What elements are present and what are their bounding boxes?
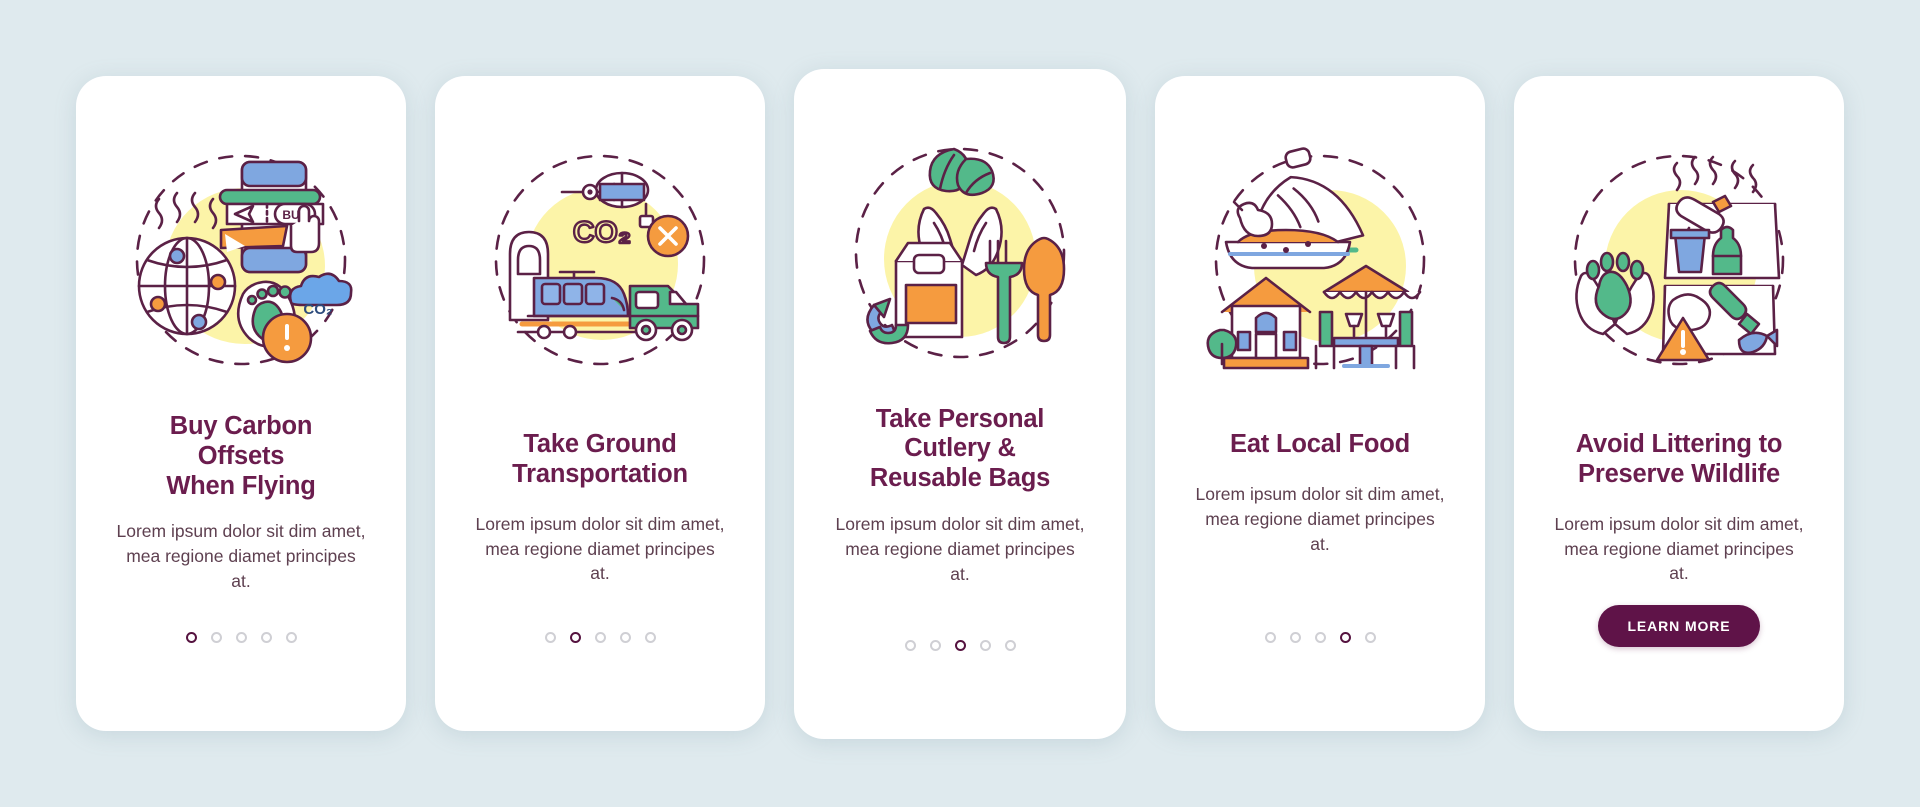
- onboarding-card-buy-carbon-offsets: BUY CO₂ Buy Carbon Offsets When Flying L…: [76, 76, 406, 731]
- pagination-dot-1[interactable]: [544, 632, 556, 643]
- onboarding-card-eat-local-food: Eat Local Food Lorem ipsum dolor sit dim…: [1155, 76, 1485, 731]
- card-description: Lorem ipsum dolor sit dim amet, mea regi…: [475, 513, 725, 584]
- card-title: Buy Carbon Offsets When Flying: [166, 412, 316, 500]
- onboarding-card-take-personal-cutlery: Take Personal Cutlery & Reusable Bags Lo…: [794, 68, 1126, 739]
- pagination-dot-4[interactable]: [979, 639, 991, 651]
- card-description: Lorem ipsum dolor sit dim amet, mea regi…: [1554, 513, 1804, 584]
- pagination-dot-3[interactable]: [235, 632, 247, 643]
- pagination-dot-3[interactable]: [594, 632, 606, 643]
- card-description: Lorem ipsum dolor sit dim amet, mea regi…: [1195, 483, 1445, 554]
- pagination-dot-2[interactable]: [1289, 632, 1301, 643]
- pagination-dot-5[interactable]: [1004, 639, 1016, 651]
- pagination-dot-2[interactable]: [210, 632, 222, 643]
- onboarding-card-avoid-littering: Avoid Littering to Preserve Wildlife Lor…: [1514, 76, 1844, 731]
- card-title: Take Personal Cutlery & Reusable Bags: [869, 404, 1051, 493]
- pagination-dot-1[interactable]: [904, 639, 916, 651]
- globe-flight-ticket-carbon-footprint-icon: BUY CO₂: [115, 134, 367, 386]
- pagination-dot-4[interactable]: [619, 632, 631, 643]
- pagination-dot-3[interactable]: [954, 639, 966, 651]
- pagination-dots[interactable]: [185, 632, 297, 643]
- pagination-dot-2[interactable]: [929, 639, 941, 651]
- card-title: Take Ground Transportation: [512, 430, 688, 488]
- svg-text:CO₂: CO₂: [303, 301, 332, 318]
- pagination-dots[interactable]: [544, 632, 656, 643]
- pagination-dot-2[interactable]: [569, 632, 581, 643]
- card-description: Lorem ipsum dolor sit dim amet, mea regi…: [116, 521, 366, 592]
- pagination-dot-4[interactable]: [1339, 632, 1351, 643]
- pagination-dot-5[interactable]: [285, 632, 297, 643]
- pagination-dot-3[interactable]: [1314, 632, 1326, 643]
- pagination-dots[interactable]: [904, 639, 1016, 651]
- tagine-dish-house-cafe-table-icon: [1194, 134, 1446, 386]
- onboarding-card-take-ground-transportation: CO₂ Take Ground Transportation Lorem ips…: [435, 76, 765, 731]
- pagination-dot-5[interactable]: [644, 632, 656, 643]
- card-title: Avoid Littering to Preserve Wildlife: [1575, 430, 1783, 488]
- svg-text:CO₂: CO₂: [573, 216, 631, 249]
- pagination-dot-5[interactable]: [1364, 632, 1376, 643]
- card-description: Lorem ipsum dolor sit dim amet, mea regi…: [835, 513, 1085, 584]
- hands-leaves-paper-bag-cutlery-icon: [834, 127, 1086, 379]
- pagination-dot-4[interactable]: [260, 632, 272, 643]
- learn-more-button[interactable]: LEARN MORE: [1598, 605, 1760, 647]
- pagination-dot-1[interactable]: [185, 632, 197, 643]
- plane-crossed-train-van-co2-icon: CO₂: [474, 134, 726, 386]
- paw-hands-trash-bin-warning-icon: [1553, 134, 1805, 386]
- pagination-dot-1[interactable]: [1264, 632, 1276, 643]
- pagination-dots[interactable]: [1264, 632, 1376, 643]
- card-title: Eat Local Food: [1230, 430, 1410, 458]
- onboarding-screens-board: BUY CO₂ Buy Carbon Offsets When Flying L…: [0, 0, 1920, 807]
